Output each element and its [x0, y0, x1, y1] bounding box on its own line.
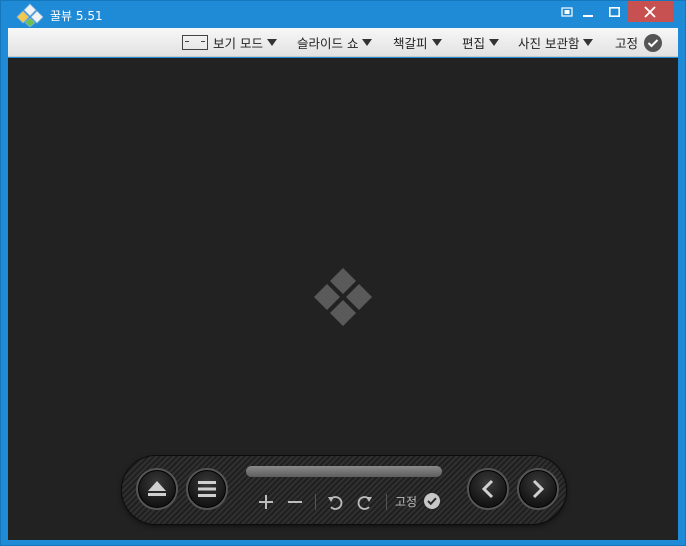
list-button[interactable] [186, 468, 228, 510]
zoom-in-button[interactable] [256, 492, 276, 512]
menu-label: 슬라이드 쇼 [297, 36, 359, 51]
menu-edit[interactable]: 편집 [462, 28, 500, 57]
check-circle-icon [644, 33, 663, 52]
chevron-down-icon [583, 39, 594, 46]
menu-bookmarks[interactable]: 책갈피 [393, 28, 442, 57]
menu-bar: 보기 모드 슬라이드 쇼 책갈피 편집 사진 보관함 고정 [8, 28, 678, 57]
zoom-out-button[interactable] [285, 492, 305, 512]
eject-icon [148, 481, 166, 496]
list-icon [198, 481, 216, 497]
rotate-right-icon [357, 496, 372, 510]
close-icon [644, 5, 656, 18]
menu-label: 편집 [462, 36, 486, 51]
menu-label: 책갈피 [393, 36, 428, 51]
close-button[interactable] [627, 1, 673, 22]
menu-slideshow[interactable]: 슬라이드 쇼 [297, 28, 373, 57]
window-title: 꿀뷰 5.51 [50, 9, 103, 23]
pin-label: 고정 [395, 495, 418, 509]
control-bar: 고정 [122, 456, 566, 524]
menu-label: 보기 모드 [213, 36, 263, 51]
menu-label: 고정 [615, 36, 639, 51]
menu-view-mode[interactable]: 보기 모드 [182, 28, 277, 57]
rotate-right-button[interactable] [355, 492, 375, 512]
app-window: 꿀뷰 5.51 보기 모드 슬라이드 쇼 책갈피 편집 사진 보관함 고정 고정 [0, 0, 686, 546]
zoom-in-icon [259, 495, 273, 509]
app-logo-icon [16, 3, 44, 27]
title-bar[interactable]: 꿀뷰 5.51 [1, 1, 685, 28]
rotate-left-button[interactable] [325, 492, 345, 512]
next-icon [532, 479, 545, 499]
prev-button[interactable] [467, 468, 509, 510]
image-viewer[interactable]: 고정 [8, 58, 678, 540]
placeholder-logo-icon [314, 268, 372, 326]
maximize-button[interactable] [601, 1, 627, 23]
eject-button[interactable] [136, 468, 178, 510]
chevron-down-icon [362, 39, 373, 46]
divider [315, 494, 316, 510]
progress-slider[interactable] [246, 466, 442, 477]
chevron-down-icon [266, 39, 277, 46]
viewmode-icon [182, 35, 208, 50]
chevron-down-icon [431, 39, 442, 46]
prev-icon [481, 479, 494, 499]
menu-label: 사진 보관함 [518, 36, 580, 51]
menu-pin[interactable]: 고정 [615, 28, 663, 57]
divider [386, 494, 387, 510]
chevron-down-icon [489, 39, 500, 46]
rotate-left-icon [328, 496, 343, 510]
pin-check-icon[interactable] [424, 493, 440, 509]
next-button[interactable] [517, 468, 559, 510]
menu-photo-album[interactable]: 사진 보관함 [518, 28, 594, 57]
zoom-out-icon [288, 501, 302, 503]
minimize-button[interactable] [575, 1, 601, 23]
